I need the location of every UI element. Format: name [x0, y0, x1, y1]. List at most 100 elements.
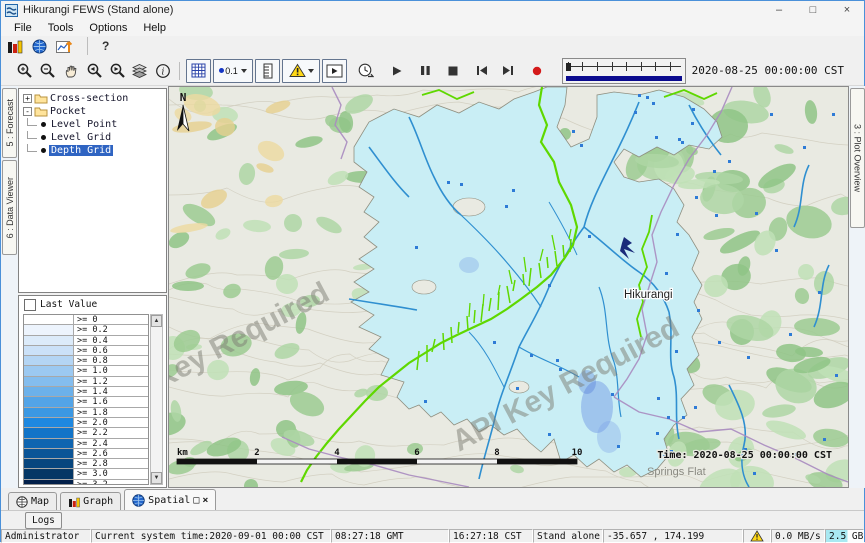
- stop-button[interactable]: [441, 60, 464, 82]
- pause-button[interactable]: [414, 60, 437, 82]
- legend-row[interactable]: >= 0.2: [24, 325, 148, 335]
- legend-row[interactable]: >= 0: [24, 315, 148, 325]
- tab-restore-icon[interactable]: □: [193, 495, 199, 506]
- last-step-button[interactable]: [496, 60, 519, 82]
- status-bar: Administrator Current system time:2020-0…: [1, 529, 864, 543]
- menu-options[interactable]: Options: [82, 21, 134, 35]
- legend-scrollbar[interactable]: ▲ ▼: [150, 314, 163, 485]
- tree-item-depth-grid[interactable]: Depth Grid: [19, 144, 166, 157]
- menu-file[interactable]: File: [7, 21, 39, 35]
- legend-row[interactable]: >= 2.2: [24, 428, 148, 438]
- map-view[interactable]: API Key Required API Key Required N km 2…: [168, 86, 849, 488]
- legend-row[interactable]: >= 2.8: [24, 459, 148, 469]
- legend-swatch: [24, 336, 74, 345]
- layers-button[interactable]: [128, 60, 151, 82]
- animation-clock-button[interactable]: [354, 60, 377, 82]
- help-button[interactable]: ?: [102, 39, 109, 53]
- tree-folder-pocket[interactable]: - Pocket: [19, 105, 166, 118]
- minimize-button[interactable]: –: [762, 1, 796, 19]
- legend-row[interactable]: >= 1.2: [24, 377, 148, 387]
- scroll-down-icon[interactable]: ▼: [151, 472, 162, 484]
- status-coordinates: -35.657 , 174.199: [603, 529, 743, 543]
- legend-label: >= 0.2: [74, 325, 148, 334]
- tree-item-level-point[interactable]: Level Point: [19, 118, 166, 131]
- legend-row[interactable]: >= 3.0: [24, 469, 148, 479]
- grid-display-button[interactable]: [186, 59, 211, 83]
- expander-minus-icon[interactable]: -: [23, 107, 32, 116]
- record-button[interactable]: [525, 60, 548, 82]
- last-value-checkbox-row[interactable]: Last Value: [19, 296, 166, 313]
- tab-plot-overview[interactable]: 3 : Plot Overview: [850, 88, 865, 228]
- point-size-value: 0.1: [225, 66, 238, 76]
- tab-graph[interactable]: Graph: [60, 492, 121, 510]
- point-icon: [219, 68, 224, 73]
- legend-row[interactable]: >= 2.0: [24, 418, 148, 428]
- info-button[interactable]: i: [151, 60, 174, 82]
- tab-data-viewer[interactable]: 6 : Data Viewer: [2, 160, 17, 255]
- legend-label: >= 2.4: [74, 439, 148, 448]
- svg-text:6: 6: [414, 448, 419, 458]
- first-step-button[interactable]: [470, 60, 493, 82]
- animation-display-button[interactable]: [322, 59, 347, 83]
- time-slider[interactable]: [562, 58, 686, 84]
- flood-island: [412, 280, 436, 294]
- tab-forecast[interactable]: 5 : Forecast: [2, 88, 17, 158]
- legend-row[interactable]: >= 2.6: [24, 449, 148, 459]
- status-memory[interactable]: 2.5 GB: [825, 529, 864, 543]
- legend-row[interactable]: >= 0.8: [24, 356, 148, 366]
- status-gmt-time: 08:27:18 GMT: [331, 529, 449, 543]
- svg-text:N: N: [180, 91, 187, 104]
- legend-row[interactable]: >= 1.8: [24, 408, 148, 418]
- left-tab-strip: 5 : Forecast 6 : Data Viewer: [1, 86, 18, 488]
- tab-map[interactable]: Map: [8, 492, 57, 510]
- legend-label: >= 3.2: [74, 480, 148, 485]
- checkbox-icon[interactable]: [24, 299, 36, 311]
- legend-swatch: [24, 387, 74, 396]
- legend-row[interactable]: >= 1.6: [24, 397, 148, 407]
- legend-label: >= 2.8: [74, 459, 148, 468]
- tree-folder-cross-section[interactable]: + Cross-section: [19, 92, 166, 105]
- zoom-next-button[interactable]: [105, 60, 128, 82]
- scroll-up-icon[interactable]: ▲: [151, 315, 162, 327]
- menu-help[interactable]: Help: [136, 21, 173, 35]
- database-display-button[interactable]: [7, 39, 23, 54]
- legend-swatch: [24, 449, 74, 458]
- zoom-out-button[interactable]: [36, 60, 59, 82]
- legend-row[interactable]: >= 1.0: [24, 366, 148, 376]
- play-button[interactable]: [385, 60, 408, 82]
- zoom-in-button[interactable]: [13, 60, 36, 82]
- map-display-button[interactable]: [32, 39, 47, 54]
- maximize-button[interactable]: □: [796, 1, 830, 19]
- svg-text:2: 2: [254, 448, 259, 458]
- close-button[interactable]: ×: [830, 1, 864, 19]
- longitudinal-profile-button[interactable]: [255, 59, 280, 83]
- tab-close-icon[interactable]: ×: [202, 495, 208, 506]
- zoom-previous-button[interactable]: [82, 60, 105, 82]
- legend-row[interactable]: >= 1.4: [24, 387, 148, 397]
- legend-row[interactable]: >= 0.4: [24, 336, 148, 346]
- point-size-dropdown[interactable]: 0.1: [213, 59, 253, 83]
- status-warning-cell[interactable]: [743, 529, 771, 543]
- legend-row[interactable]: >= 0.6: [24, 346, 148, 356]
- legend-row[interactable]: >= 3.2: [24, 480, 148, 485]
- slider-range-bar: [566, 76, 682, 81]
- main-toolbar: ?: [1, 36, 864, 56]
- tree-item-level-grid[interactable]: Level Grid: [19, 131, 166, 144]
- bullet-icon: [41, 122, 46, 127]
- tab-spatial[interactable]: Spatial □ ×: [124, 489, 216, 510]
- timeseries-display-button[interactable]: [56, 39, 73, 54]
- pan-button[interactable]: [59, 60, 82, 82]
- logs-button[interactable]: Logs: [25, 512, 62, 529]
- thresholds-dropdown[interactable]: [282, 59, 320, 83]
- slider-handle[interactable]: [566, 63, 571, 71]
- right-tab-strip: 3 : Plot Overview: [849, 86, 865, 488]
- toolbar-separator: [179, 62, 180, 80]
- legend-swatch: [24, 325, 74, 334]
- legend-panel: Last Value >= 0>= 0.2>= 0.4>= 0.6>= 0.8>…: [18, 295, 167, 488]
- expander-plus-icon[interactable]: +: [23, 94, 32, 103]
- legend-row[interactable]: >= 2.4: [24, 439, 148, 449]
- legend-swatch: [24, 469, 74, 478]
- map-canvas[interactable]: API Key Required API Key Required N km 2…: [169, 87, 848, 487]
- legend-swatch: [24, 356, 74, 365]
- menu-tools[interactable]: Tools: [41, 21, 81, 35]
